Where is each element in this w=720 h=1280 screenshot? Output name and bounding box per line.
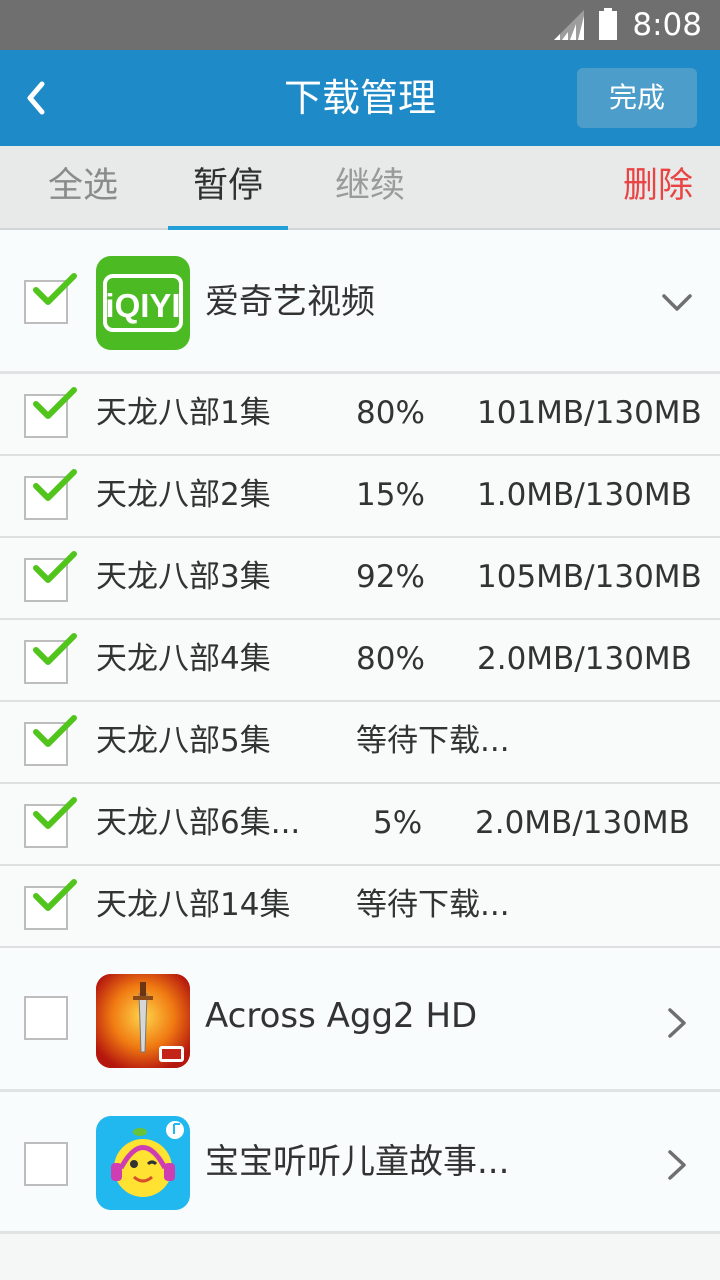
app-row-iqiyi[interactable]: iQIYI 爱奇艺视频: [0, 230, 720, 374]
checkmark-icon: [33, 551, 77, 583]
episode-row-7[interactable]: 天龙八部14集 等待下载...: [0, 866, 720, 948]
checkmark-icon: [33, 633, 77, 665]
episode-row-4[interactable]: 天龙八部4集 80% 2.0MB/130MB: [0, 620, 720, 702]
episode-size: 2.0MB/130MB: [477, 641, 692, 677]
episode-checkbox[interactable]: [24, 797, 77, 848]
checkmark-icon: [33, 879, 77, 911]
checkmark-icon: [33, 469, 77, 501]
done-button[interactable]: 完成: [577, 68, 697, 128]
pause-button[interactable]: 暂停: [193, 164, 263, 208]
iqiyi-logo-text: iQIYI: [105, 287, 180, 324]
empty-list-space: [0, 1234, 720, 1280]
chevron-right-icon[interactable]: [660, 1148, 694, 1182]
episode-progress: 等待下载...: [356, 887, 510, 923]
checkbox-across-agg2[interactable]: [24, 996, 68, 1040]
select-all-button[interactable]: 全选: [48, 164, 118, 208]
episode-checkbox[interactable]: [24, 715, 77, 766]
episode-size: 101MB/130MB: [477, 395, 702, 431]
checkbox-kids-story[interactable]: [24, 1142, 68, 1186]
episode-name: 天龙八部1集: [96, 395, 271, 431]
checkmark-icon: [33, 387, 77, 419]
episode-checkbox[interactable]: [24, 633, 77, 684]
checkmark-icon: [33, 797, 77, 829]
episode-size: 2.0MB/130MB: [475, 805, 690, 841]
app-name-kids-story: 宝宝听听儿童故事...: [205, 1142, 510, 1182]
episode-checkbox[interactable]: [24, 387, 77, 438]
episode-checkbox[interactable]: [24, 551, 77, 602]
checkmark-icon: [33, 715, 77, 747]
episode-size: 1.0MB/130MB: [477, 477, 692, 513]
episode-progress: 等待下载...: [356, 723, 510, 759]
episode-name: 天龙八部2集: [96, 477, 271, 513]
episode-progress: 80%: [356, 641, 425, 677]
episode-checkbox[interactable]: [24, 879, 77, 930]
status-time: 8:08: [632, 7, 702, 43]
chevron-right-icon[interactable]: [660, 1006, 694, 1040]
episode-row-1[interactable]: 天龙八部1集 80% 101MB/130MB: [0, 374, 720, 456]
checkbox-iqiyi[interactable]: [24, 273, 77, 324]
episode-row-5[interactable]: 天龙八部5集 等待下载...: [0, 702, 720, 784]
episode-progress: 5%: [373, 805, 423, 841]
title-bar: 下载管理 完成: [0, 50, 720, 146]
resume-button[interactable]: 继续: [335, 164, 405, 208]
episode-progress: 80%: [356, 395, 425, 431]
episode-checkbox[interactable]: [24, 469, 77, 520]
action-toolbar: 全选 暂停 继续 删除: [0, 146, 720, 230]
chevron-down-icon[interactable]: [660, 286, 694, 320]
episode-name: 天龙八部3集: [96, 559, 271, 595]
signal-icon: [554, 10, 584, 40]
episode-name: 天龙八部4集: [96, 641, 271, 677]
episode-name: 天龙八部14集: [96, 887, 291, 923]
iqiyi-app-icon: iQIYI: [96, 256, 190, 350]
episode-name: 天龙八部6集...: [96, 805, 301, 841]
status-bar: 8:08: [0, 0, 720, 50]
delete-button[interactable]: 删除: [623, 164, 693, 208]
sword-game-icon: [96, 974, 190, 1068]
episode-name: 天龙八部5集: [96, 723, 271, 759]
episode-size: 105MB/130MB: [477, 559, 702, 595]
app-name-across-agg2: Across Agg2 HD: [205, 996, 478, 1036]
episode-row-2[interactable]: 天龙八部2集 15% 1.0MB/130MB: [0, 456, 720, 538]
checkmark-icon: [33, 273, 77, 305]
app-name-iqiyi: 爱奇艺视频: [205, 282, 375, 322]
kids-story-icon: [96, 1116, 190, 1210]
app-row-across-agg2[interactable]: Across Agg2 HD: [0, 948, 720, 1092]
battery-icon: [599, 8, 617, 40]
episode-row-6[interactable]: 天龙八部6集... 5% 2.0MB/130MB: [0, 784, 720, 866]
app-row-kids-story[interactable]: 宝宝听听儿童故事...: [0, 1092, 720, 1234]
episode-progress: 15%: [356, 477, 425, 513]
episode-progress: 92%: [356, 559, 425, 595]
episode-row-3[interactable]: 天龙八部3集 92% 105MB/130MB: [0, 538, 720, 620]
